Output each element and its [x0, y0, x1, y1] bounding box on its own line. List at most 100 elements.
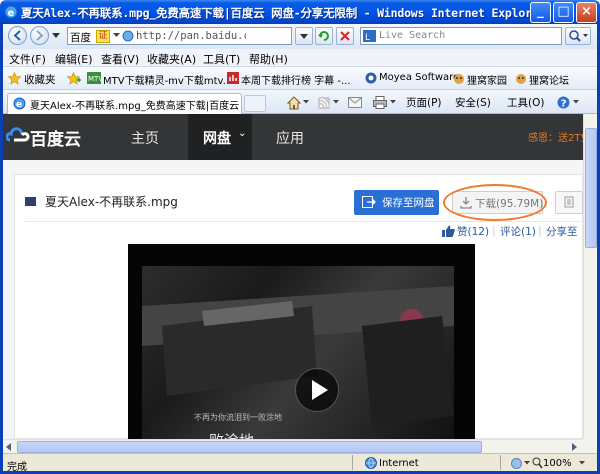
- tab-active[interactable]: e 夏天Alex-不再联系.mpg_免费高速下载|百度云...: [7, 93, 242, 114]
- window-title: 夏天Alex-不再联系.mpg_免费高速下载|百度云 网盘-分享无限制 - Wi…: [21, 6, 546, 20]
- vertical-scrollbar-thumb[interactable]: [585, 128, 597, 248]
- help-icon[interactable]: ?: [557, 96, 570, 109]
- zoom-icon[interactable]: [532, 457, 543, 469]
- favorite-link-moyea[interactable]: Moyea Software: [379, 72, 459, 83]
- leawo-forum-icon: [515, 72, 527, 84]
- mtv-site-icon: MTV: [87, 72, 101, 84]
- mail-icon[interactable]: [348, 97, 362, 108]
- header-promo[interactable]: 感恩：送2T免: [528, 129, 583, 144]
- menu-help[interactable]: 帮助(H): [249, 51, 288, 67]
- security-zone[interactable]: Internet: [379, 458, 419, 469]
- svg-text:MTV: MTV: [88, 75, 101, 83]
- horizontal-scrollbar[interactable]: [3, 439, 583, 453]
- video-frame: 不再为你流泪到一败涂地 一败涂地: [142, 266, 454, 439]
- share-button[interactable]: 分享至: [546, 224, 578, 239]
- favorite-link-leawo-forum[interactable]: 狸窝论坛: [529, 72, 569, 87]
- chevron-down-icon[interactable]: ⌄: [238, 128, 246, 139]
- forward-button[interactable]: [30, 26, 49, 45]
- home-icon[interactable]: [287, 96, 301, 110]
- file-name: 夏天Alex-不再联系.mpg: [45, 195, 178, 209]
- save-icon: [362, 196, 376, 208]
- site-label: 百度: [70, 32, 91, 44]
- address-dropdown-button[interactable]: [295, 27, 313, 45]
- safety-menu[interactable]: 安全(S): [455, 95, 491, 110]
- search-input[interactable]: L Live Search: [360, 27, 562, 45]
- internet-zone-icon: [365, 457, 377, 469]
- add-favorite-icon[interactable]: [67, 72, 81, 85]
- live-search-icon: L: [363, 30, 376, 42]
- address-bar[interactable]: 百度 证 http://pan.baidu.com/share/li: [67, 27, 292, 45]
- svg-text:L: L: [365, 33, 370, 42]
- site-logo-text[interactable]: 百度云: [30, 125, 81, 150]
- rss-feed-icon[interactable]: [318, 97, 330, 109]
- save-button-label: 保存至网盘: [382, 197, 435, 209]
- chevron-down-icon[interactable]: [524, 461, 530, 465]
- nav-apps[interactable]: 应用: [276, 128, 304, 148]
- menu-view[interactable]: 查看(V): [101, 51, 139, 67]
- download-highlight-circle: [443, 184, 547, 221]
- refresh-button[interactable]: [315, 27, 333, 45]
- baidu-cloud-logo-icon[interactable]: [6, 125, 30, 147]
- video-subtitle-large: 一败涂地: [194, 430, 254, 439]
- status-separator: [352, 455, 353, 470]
- separator: |: [538, 224, 542, 237]
- video-scene: [142, 286, 454, 426]
- favorite-link-leawo-home[interactable]: 狸窝家园: [467, 72, 507, 87]
- page-viewport: 百度云 主页 网盘 ⌄ 应用 感恩：送2T免 夏天Alex-不再联系.mpg 保…: [3, 114, 583, 439]
- minimize-button[interactable]: _: [530, 2, 551, 23]
- scroll-corner: [583, 439, 597, 453]
- favorite-link-mtv[interactable]: MTV下载精灵-mv下载mtv...: [103, 72, 232, 87]
- moyea-icon: [365, 72, 377, 84]
- menu-edit[interactable]: 编辑(E): [55, 51, 93, 67]
- menu-tools[interactable]: 工具(T): [203, 51, 240, 67]
- svg-text:?: ?: [561, 99, 567, 110]
- svg-text:e: e: [16, 100, 22, 110]
- video-file-icon: [25, 197, 36, 206]
- nav-home[interactable]: 主页: [131, 128, 159, 148]
- chevron-down-icon[interactable]: [573, 100, 579, 104]
- page-icon: [122, 30, 134, 42]
- search-button[interactable]: [565, 27, 591, 45]
- stop-button[interactable]: [336, 27, 354, 45]
- nav-netdisk[interactable]: 网盘: [203, 128, 231, 148]
- favorites-button[interactable]: 收藏夹: [24, 72, 56, 87]
- video-player[interactable]: 不再为你流泪到一败涂地 一败涂地: [128, 244, 475, 439]
- tab-title: 夏天Alex-不再联系.mpg_免费高速下载|百度云...: [30, 101, 240, 112]
- menu-favorites[interactable]: 收藏夹(A): [147, 51, 196, 67]
- video-subtitle-small: 不再为你流泪到一败涂地: [194, 413, 282, 422]
- status-bar: 完成 Internet 100%: [3, 453, 597, 473]
- close-button[interactable]: ×: [576, 2, 597, 23]
- star-icon: [8, 72, 21, 85]
- new-tab-button[interactable]: [244, 95, 266, 112]
- page-menu[interactable]: 页面(P): [406, 95, 442, 110]
- chevron-down-icon[interactable]: [303, 100, 309, 104]
- scroll-left-icon[interactable]: [6, 443, 12, 451]
- zoom-level[interactable]: 100%: [543, 458, 572, 469]
- scroll-right-icon[interactable]: [572, 443, 578, 451]
- chevron-down-icon[interactable]: [333, 100, 339, 104]
- ie-icon: e: [4, 5, 18, 19]
- certificate-badge[interactable]: 证: [96, 30, 110, 43]
- divider: [25, 221, 583, 222]
- more-options-button[interactable]: [555, 191, 583, 214]
- url-text[interactable]: http://pan.baidu.com/share/li: [136, 30, 246, 42]
- back-button[interactable]: [8, 26, 27, 45]
- separator: |: [492, 224, 496, 237]
- chevron-down-icon[interactable]: [390, 100, 396, 104]
- print-icon[interactable]: [373, 96, 387, 109]
- download-chart-icon: [227, 72, 239, 84]
- favorite-link-ranking[interactable]: 本周下载排行榜 字幕 -...: [241, 72, 351, 87]
- chevron-down-icon[interactable]: [579, 461, 585, 465]
- play-button[interactable]: [295, 368, 339, 412]
- maximize-button[interactable]: □: [553, 2, 574, 23]
- like-button[interactable]: 赞(12): [457, 224, 489, 239]
- vertical-scrollbar[interactable]: [583, 114, 597, 439]
- history-dropdown-icon[interactable]: [52, 33, 60, 39]
- comment-button[interactable]: 评论(1): [500, 224, 536, 239]
- tools-menu[interactable]: 工具(O): [507, 95, 544, 110]
- save-to-netdisk-button[interactable]: 保存至网盘: [354, 190, 439, 215]
- horizontal-scrollbar-thumb[interactable]: [17, 441, 482, 453]
- protected-mode-icon[interactable]: [511, 458, 522, 469]
- menu-file[interactable]: 文件(F): [9, 51, 46, 67]
- search-placeholder: Live Search: [379, 30, 446, 41]
